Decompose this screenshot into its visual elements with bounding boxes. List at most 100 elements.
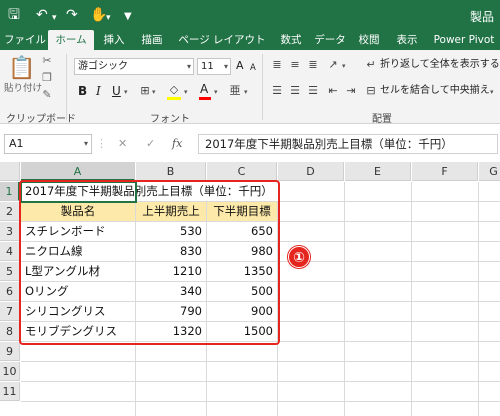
insert-function-button[interactable]: fx: [172, 137, 182, 150]
step-badge: ①: [288, 246, 310, 268]
group-separator: [262, 54, 263, 120]
chevron-down-icon[interactable]: ▾: [124, 85, 128, 99]
chevron-down-icon: ▾: [83, 139, 88, 148]
alignment-group-label: 配置: [372, 114, 392, 125]
row-header-6[interactable]: 6: [0, 282, 20, 301]
formula-input[interactable]: 2017年度下半期製品別売上目標（単位：千円）: [198, 134, 498, 154]
tab-file[interactable]: ファイル: [4, 30, 46, 50]
chevron-down-icon: ▾: [223, 62, 228, 71]
column-header-f[interactable]: F: [412, 162, 478, 181]
more-icon: ⋮: [96, 137, 107, 150]
ribbon: 📋 貼り付け ✂ ❐ ✎ クリップボード 游ゴシック ▾ 11 ▾ A A B …: [0, 50, 500, 125]
fill-color-icon[interactable]: ◇: [166, 83, 182, 97]
row-header-7[interactable]: 7: [0, 302, 20, 321]
tab-insert[interactable]: 挿入: [96, 30, 132, 50]
fill-color-swatch: [167, 97, 181, 100]
align-middle-icon[interactable]: ≡: [288, 58, 302, 72]
tab-draw[interactable]: 描画: [134, 30, 170, 50]
row-header-1[interactable]: 1: [0, 182, 20, 201]
chevron-down-icon[interactable]: ▾: [490, 85, 494, 99]
row-header-4[interactable]: 4: [0, 242, 20, 261]
underline-button[interactable]: U: [112, 84, 121, 98]
chevron-down-icon: ▾: [186, 62, 191, 71]
increase-indent-icon[interactable]: ⇥: [344, 84, 358, 98]
row-header-9[interactable]: 9: [0, 342, 20, 361]
merge-center-icon[interactable]: ⊟: [364, 84, 378, 98]
merge-center-button[interactable]: セルを結合して中央揃え: [380, 84, 490, 98]
row-header-8[interactable]: 8: [0, 322, 20, 341]
select-all-button[interactable]: [0, 162, 20, 181]
row-header-5[interactable]: 5: [0, 262, 20, 281]
chevron-down-icon[interactable]: ▾: [152, 85, 156, 99]
font-size-select[interactable]: 11 ▾: [197, 58, 231, 75]
orientation-icon[interactable]: ↗: [326, 58, 340, 72]
wrap-text-icon[interactable]: ↵: [364, 58, 378, 72]
align-right-icon[interactable]: ☰: [306, 84, 320, 98]
column-header-e[interactable]: E: [345, 162, 411, 181]
column-header-d[interactable]: D: [278, 162, 344, 181]
row-header-3[interactable]: 3: [0, 222, 20, 241]
align-bottom-icon[interactable]: ≣: [306, 58, 320, 72]
cancel-icon[interactable]: ✕: [118, 137, 127, 150]
row-header-2[interactable]: 2: [0, 202, 20, 221]
wrap-text-button[interactable]: 折り返して全体を表示する: [380, 58, 500, 72]
redo-icon[interactable]: ↷: [66, 7, 78, 23]
paste-button-label[interactable]: 貼り付け: [4, 82, 42, 96]
font-group-label: フォント: [150, 114, 190, 125]
column-header-b[interactable]: B: [136, 162, 206, 181]
chevron-down-icon[interactable]: ▾: [342, 59, 346, 73]
formula-bar: A1 ▾ ⋮ ✕ ✓ fx 2017年度下半期製品別売上目標（単位：千円）: [0, 124, 500, 162]
touch-mode-icon[interactable]: ✋: [90, 7, 107, 23]
phonetic-guide-icon[interactable]: 亜: [228, 84, 242, 98]
copy-icon[interactable]: ❐: [40, 71, 54, 85]
bold-button[interactable]: B: [78, 84, 87, 98]
cut-icon[interactable]: ✂: [40, 54, 54, 68]
decrease-indent-icon[interactable]: ⇤: [326, 84, 340, 98]
undo-dropdown-icon[interactable]: ▾: [52, 10, 57, 26]
grow-font-button[interactable]: A: [236, 59, 244, 73]
tab-power-pivot[interactable]: Power Pivot: [430, 30, 498, 50]
tab-data[interactable]: データ: [310, 30, 350, 50]
border-icon[interactable]: ⊞: [138, 84, 152, 98]
row-header-11[interactable]: 11: [0, 382, 20, 401]
font-color-swatch: [199, 97, 211, 100]
tab-home[interactable]: ホーム: [48, 30, 94, 50]
enter-icon[interactable]: ✓: [146, 137, 155, 150]
align-top-icon[interactable]: ≣: [270, 58, 284, 72]
font-name-select[interactable]: 游ゴシック ▾: [74, 58, 194, 75]
font-color-button[interactable]: A: [200, 82, 208, 96]
column-header-a[interactable]: A: [21, 162, 135, 181]
gridline: [21, 361, 500, 362]
column-header-g[interactable]: G: [479, 162, 500, 181]
align-left-icon[interactable]: ☰: [270, 84, 284, 98]
touch-dropdown-icon[interactable]: ▾: [106, 10, 111, 26]
customize-icon[interactable]: ▼: [124, 9, 132, 25]
tab-page-layout[interactable]: ページ レイアウト: [174, 30, 270, 50]
group-separator: [66, 54, 67, 120]
chevron-down-icon[interactable]: ▾: [184, 85, 188, 99]
save-icon[interactable]: 🖫: [8, 7, 20, 23]
italic-button[interactable]: I: [96, 84, 101, 98]
align-center-icon[interactable]: ☰: [288, 84, 302, 98]
shrink-font-button[interactable]: A: [250, 61, 256, 75]
chevron-down-icon[interactable]: ▾: [244, 85, 248, 99]
undo-icon[interactable]: ↶: [36, 7, 48, 23]
gridline: [411, 182, 412, 416]
ribbon-tabs: ファイル ホーム 挿入 描画 ページ レイアウト 数式 データ 校閲 表示 Po…: [0, 30, 500, 50]
highlight-box: [19, 180, 280, 345]
gridline: [344, 182, 345, 416]
tab-formulas[interactable]: 数式: [274, 30, 308, 50]
chevron-down-icon[interactable]: ▾: [214, 85, 218, 99]
column-header-c[interactable]: C: [207, 162, 277, 181]
row-header-10[interactable]: 10: [0, 362, 20, 381]
worksheet-grid[interactable]: A B C D E F G 1 2 3 4 5 6 7 8 9 10 11 20…: [0, 162, 500, 416]
tab-view[interactable]: 表示: [390, 30, 424, 50]
format-painter-icon[interactable]: ✎: [40, 88, 54, 102]
font-name-value: 游ゴシック: [78, 61, 128, 72]
gridline: [21, 401, 500, 402]
gridline: [478, 182, 479, 416]
font-size-value: 11: [201, 61, 214, 72]
tab-review[interactable]: 校閲: [352, 30, 386, 50]
paste-icon[interactable]: 📋: [8, 56, 35, 82]
name-box[interactable]: A1 ▾: [4, 134, 92, 154]
